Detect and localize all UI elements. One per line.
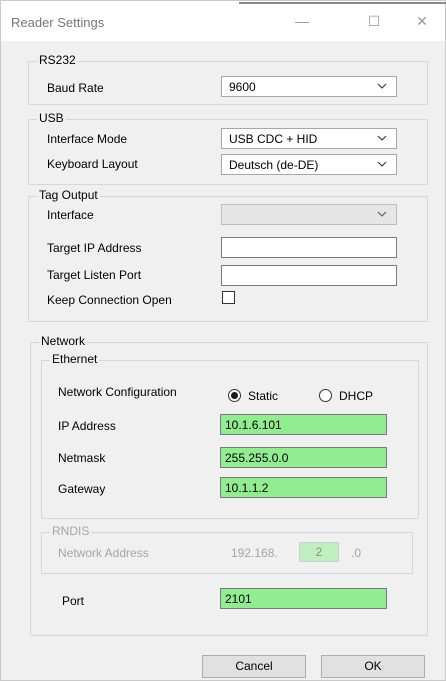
usb-group-title: USB (37, 111, 66, 125)
network-address-prefix: 192.168. (231, 546, 278, 560)
dhcp-radio-label: DHCP (339, 389, 374, 403)
maximize-icon: ☐ (367, 13, 381, 29)
network-group-title: Network (39, 334, 88, 348)
keep-open-checkbox[interactable] (222, 291, 235, 304)
keyboard-layout-select[interactable]: Deutsch (de-DE) (221, 154, 397, 175)
close-icon: ✕ (416, 13, 428, 29)
title-accent-line (239, 2, 446, 4)
target-port-label: Target Listen Port (47, 268, 142, 282)
chevron-down-icon (377, 211, 387, 217)
reader-settings-dialog: Reader Settings — ☐ ✕ RS232 Baud Rate 96… (0, 0, 446, 681)
rs232-group-title: RS232 (37, 53, 78, 67)
interface-mode-select[interactable]: USB CDC + HID (221, 128, 397, 149)
baud-rate-value: 9600 (229, 80, 256, 94)
network-address-octet-input[interactable]: 2 (299, 542, 339, 562)
target-ip-input[interactable] (221, 237, 397, 258)
network-address-label: Network Address (58, 546, 149, 560)
tag-interface-select[interactable] (221, 204, 397, 225)
ip-address-input[interactable] (220, 414, 387, 435)
title-bar: Reader Settings — ☐ ✕ (1, 1, 445, 41)
chevron-down-icon (377, 83, 387, 89)
dhcp-radio[interactable] (319, 389, 332, 402)
target-ip-label: Target IP Address (47, 241, 142, 255)
minimize-icon: — (295, 13, 309, 29)
interface-mode-value: USB CDC + HID (229, 132, 318, 146)
tag-interface-label: Interface (47, 208, 94, 222)
chevron-down-icon (377, 161, 387, 167)
ip-address-label: IP Address (58, 419, 116, 433)
port-label: Port (62, 594, 85, 608)
tag-output-group-title: Tag Output (37, 188, 100, 202)
close-button[interactable]: ✕ (399, 1, 445, 41)
window-title: Reader Settings (11, 15, 105, 30)
radio-selected-dot (231, 392, 238, 399)
keep-open-label: Keep Connection Open (47, 293, 172, 307)
cancel-button[interactable]: Cancel (202, 655, 306, 678)
baud-rate-select[interactable]: 9600 (221, 76, 397, 97)
keyboard-layout-value: Deutsch (de-DE) (229, 158, 319, 172)
rndis-group-title: RNDIS (50, 524, 92, 538)
netmask-label: Netmask (58, 451, 106, 465)
interface-mode-label: Interface Mode (47, 132, 128, 146)
chevron-down-icon (377, 135, 387, 141)
keyboard-layout-label: Keyboard Layout (47, 157, 138, 171)
gateway-input[interactable] (220, 477, 387, 498)
network-address-suffix: .0 (351, 546, 362, 560)
port-input[interactable] (220, 588, 387, 609)
target-port-input[interactable] (221, 265, 397, 286)
network-config-label: Network Configuration (58, 385, 177, 399)
maximize-button[interactable]: ☐ (351, 1, 397, 41)
ethernet-group-title: Ethernet (50, 352, 100, 366)
static-radio[interactable] (228, 389, 241, 402)
ok-button[interactable]: OK (321, 655, 425, 678)
static-radio-label: Static (248, 389, 279, 403)
baud-rate-label: Baud Rate (47, 81, 104, 95)
netmask-input[interactable] (220, 447, 387, 468)
minimize-button[interactable]: — (279, 1, 325, 41)
gateway-label: Gateway (58, 482, 106, 496)
